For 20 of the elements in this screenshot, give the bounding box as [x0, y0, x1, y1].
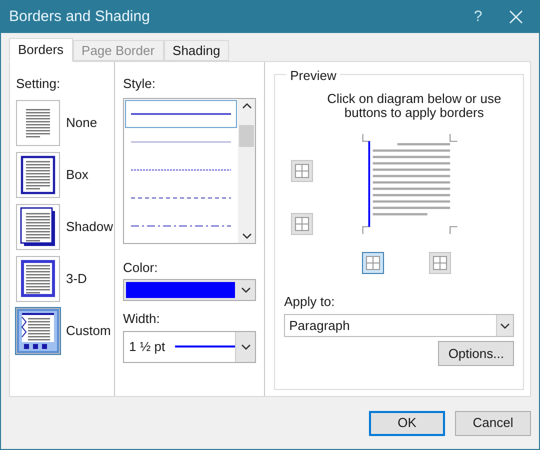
- ok-button[interactable]: OK: [369, 410, 445, 436]
- preview-hint: Click on diagram below or use buttons to apply borders: [326, 92, 502, 120]
- cancel-button[interactable]: Cancel: [455, 410, 531, 436]
- setting-option[interactable]: Shadow: [16, 204, 114, 250]
- tab[interactable]: Borders: [9, 38, 73, 62]
- setting-option[interactable]: Custom: [16, 308, 114, 354]
- width-label: Width:: [123, 310, 161, 328]
- style-label: Style:: [123, 75, 157, 93]
- setting-option[interactable]: 3-D: [16, 256, 114, 302]
- setting-option[interactable]: Box: [16, 152, 114, 198]
- setting-label: Setting:: [16, 75, 62, 93]
- help-button[interactable]: ?: [463, 6, 493, 28]
- color-label: Color:: [123, 258, 159, 276]
- apply-to-dropdown[interactable]: Paragraph: [284, 314, 514, 337]
- width-dropdown[interactable]: 1 ½ pt: [123, 330, 256, 362]
- setting-option[interactable]: None: [16, 100, 114, 146]
- options-button[interactable]: Options...: [438, 341, 514, 366]
- apply-to-label: Apply to:: [284, 292, 336, 311]
- tab[interactable]: Shading: [164, 40, 230, 61]
- window-title: Borders and Shading: [9, 6, 150, 27]
